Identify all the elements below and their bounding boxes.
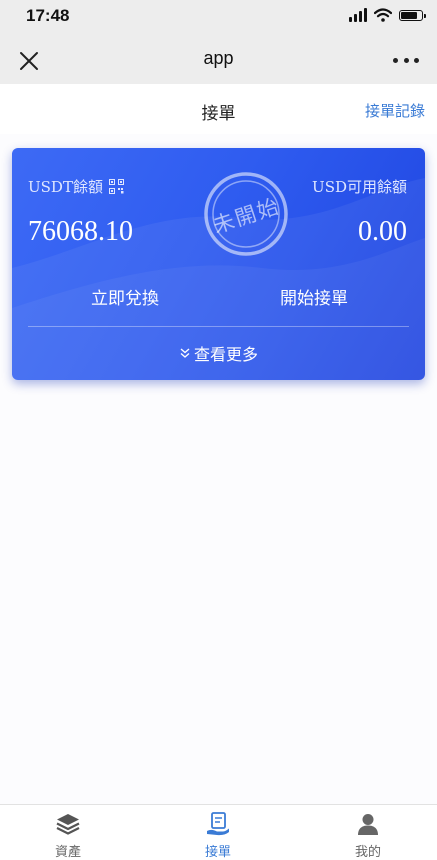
usdt-balance-label: USDT餘額 (28, 176, 124, 197)
status-icons (349, 8, 426, 22)
nav-item-assets[interactable]: 資產 (28, 811, 108, 860)
app-bar: app (0, 36, 437, 84)
status-bar: 17:48 (0, 0, 437, 36)
stamp-text: 未開始 (210, 194, 283, 238)
user-icon (358, 814, 378, 835)
main-content: USDT餘額 USD可用餘額 76068.10 0.00 未開始 立即兌換 開始… (0, 134, 437, 804)
status-time: 17:48 (26, 6, 70, 25)
usdt-balance-label-text: USDT餘額 (28, 178, 103, 196)
nav-label-orders: 接單 (204, 845, 231, 860)
order-records-link[interactable]: 接單記錄 (365, 100, 425, 121)
balance-card: USDT餘額 USD可用餘額 76068.10 0.00 未開始 立即兌換 開始… (12, 148, 425, 380)
more-options-icon[interactable] (393, 50, 419, 70)
battery-icon (399, 9, 426, 21)
bottom-navigation: 資產 接單 我的 (0, 804, 437, 860)
exchange-now-button[interactable]: 立即兌換 (70, 284, 180, 309)
page-header: 接單 接單記錄 (0, 84, 437, 134)
nav-label-profile: 我的 (354, 845, 381, 860)
usdt-balance-value: 76068.10 (28, 216, 133, 247)
not-started-stamp: 未開始 (204, 172, 288, 256)
usd-available-balance-value: 0.00 (358, 216, 407, 247)
nav-item-orders[interactable]: 接單 (178, 811, 258, 860)
card-divider (28, 326, 409, 327)
view-more-label: 查看更多 (193, 345, 258, 364)
qr-code-icon[interactable] (108, 179, 124, 194)
layers-icon (56, 814, 80, 835)
order-hand-icon (207, 812, 229, 836)
view-more-button[interactable]: 查看更多 (12, 341, 425, 365)
battery-fill (401, 11, 417, 19)
usd-available-balance-label: USD可用餘額 (312, 178, 407, 196)
start-accepting-orders-button[interactable]: 開始接單 (259, 284, 369, 309)
wifi-icon (374, 8, 392, 22)
nav-label-assets: 資產 (54, 845, 81, 860)
app-title: app (203, 48, 234, 68)
cellular-signal-icon (349, 8, 367, 22)
double-chevron-down-icon (180, 348, 190, 358)
nav-item-profile[interactable]: 我的 (328, 811, 408, 860)
